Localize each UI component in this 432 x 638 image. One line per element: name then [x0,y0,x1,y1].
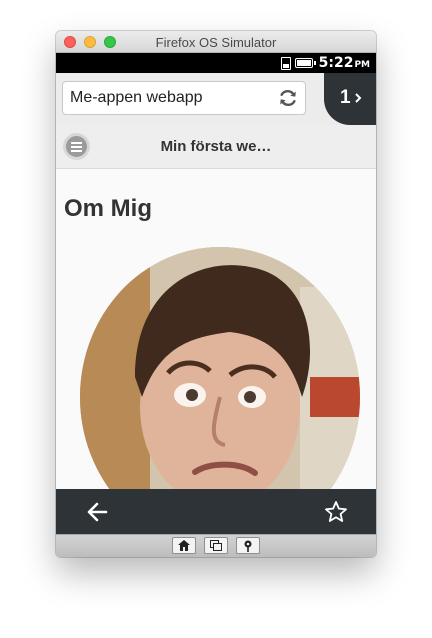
clock-time: 5:22 [318,55,354,71]
simulator-window: Firefox OS Simulator 5:22PM Me-appen web… [56,31,376,557]
page-content[interactable]: Om Mig [56,169,376,489]
profile-photo [80,247,360,489]
url-bar-area: Me-appen webapp 1 [56,73,376,125]
tabs-count: 1 [340,87,351,108]
location-button[interactable] [236,537,260,554]
home-button[interactable] [172,537,196,554]
page-heading: Om Mig [64,195,152,222]
location-pin-icon [244,540,252,552]
tabs-button[interactable]: 1 [324,73,376,125]
clock-ampm: PM [354,60,370,70]
reload-icon[interactable] [277,87,299,109]
battery-icon [294,58,316,68]
status-clock: 5:22PM [319,55,370,71]
home-icon [178,540,190,551]
star-icon[interactable] [324,500,348,524]
simulator-toolbar [56,534,376,557]
url-text: Me-appen webapp [70,89,203,106]
window-titlebar: Firefox OS Simulator [56,31,376,53]
bottom-toolbar [56,489,376,534]
url-input[interactable]: Me-appen webapp [62,81,306,115]
chevron-right-icon [355,93,362,103]
sim-card-icon [280,56,291,70]
app-title: Min första we… [160,138,272,155]
window-title: Firefox OS Simulator [155,35,277,50]
app-header: Min första we… [56,125,376,169]
status-bar: 5:22PM [56,53,376,73]
windows-button[interactable] [204,537,228,554]
windows-icon [210,540,222,551]
profile-photo-illustration [80,247,360,489]
status-icons: 5:22PM [280,55,370,71]
back-arrow-icon[interactable] [86,501,108,523]
